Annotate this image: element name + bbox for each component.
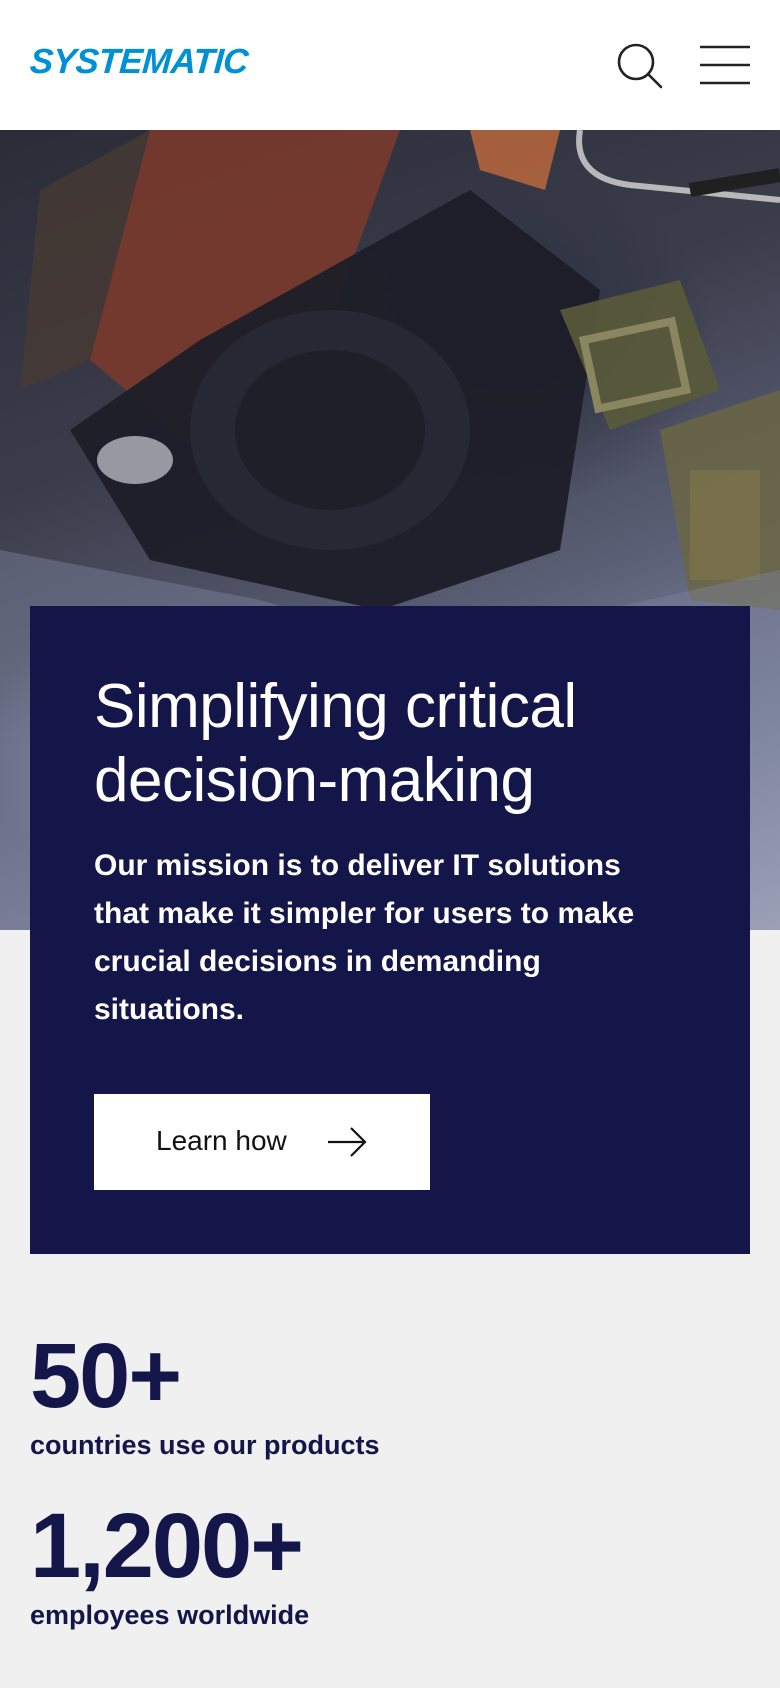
stat-label: countries use our products — [30, 1430, 380, 1460]
stat-value: 1,200+ — [30, 1495, 304, 1597]
hero-title: Simplifying critical decision-making — [94, 672, 577, 815]
hamburger-menu-icon — [700, 45, 750, 85]
search-icon — [617, 43, 663, 89]
search-button[interactable] — [614, 40, 666, 92]
menu-button[interactable] — [698, 44, 752, 86]
arrow-right-icon — [328, 1127, 367, 1157]
systematic-logo[interactable]: SYSTEMATIC — [29, 42, 250, 82]
mission-card: Simplifying critical decision-making Our… — [30, 606, 750, 1254]
page: SYSTEMATIC Simplifying critical decision… — [0, 0, 780, 1688]
learn-how-button[interactable]: Learn how — [94, 1094, 430, 1190]
stat-value: 50+ — [30, 1325, 182, 1427]
hero-description: Our mission is to deliver IT solutions t… — [94, 849, 635, 1026]
learn-how-label: Learn how — [156, 1125, 287, 1156]
stat-employees: 1,200+ employees worldwide — [30, 1500, 309, 1632]
stat-countries: 50+ countries use our products — [30, 1330, 380, 1462]
stat-label: employees worldwide — [30, 1600, 310, 1630]
site-header: SYSTEMATIC — [0, 0, 780, 130]
